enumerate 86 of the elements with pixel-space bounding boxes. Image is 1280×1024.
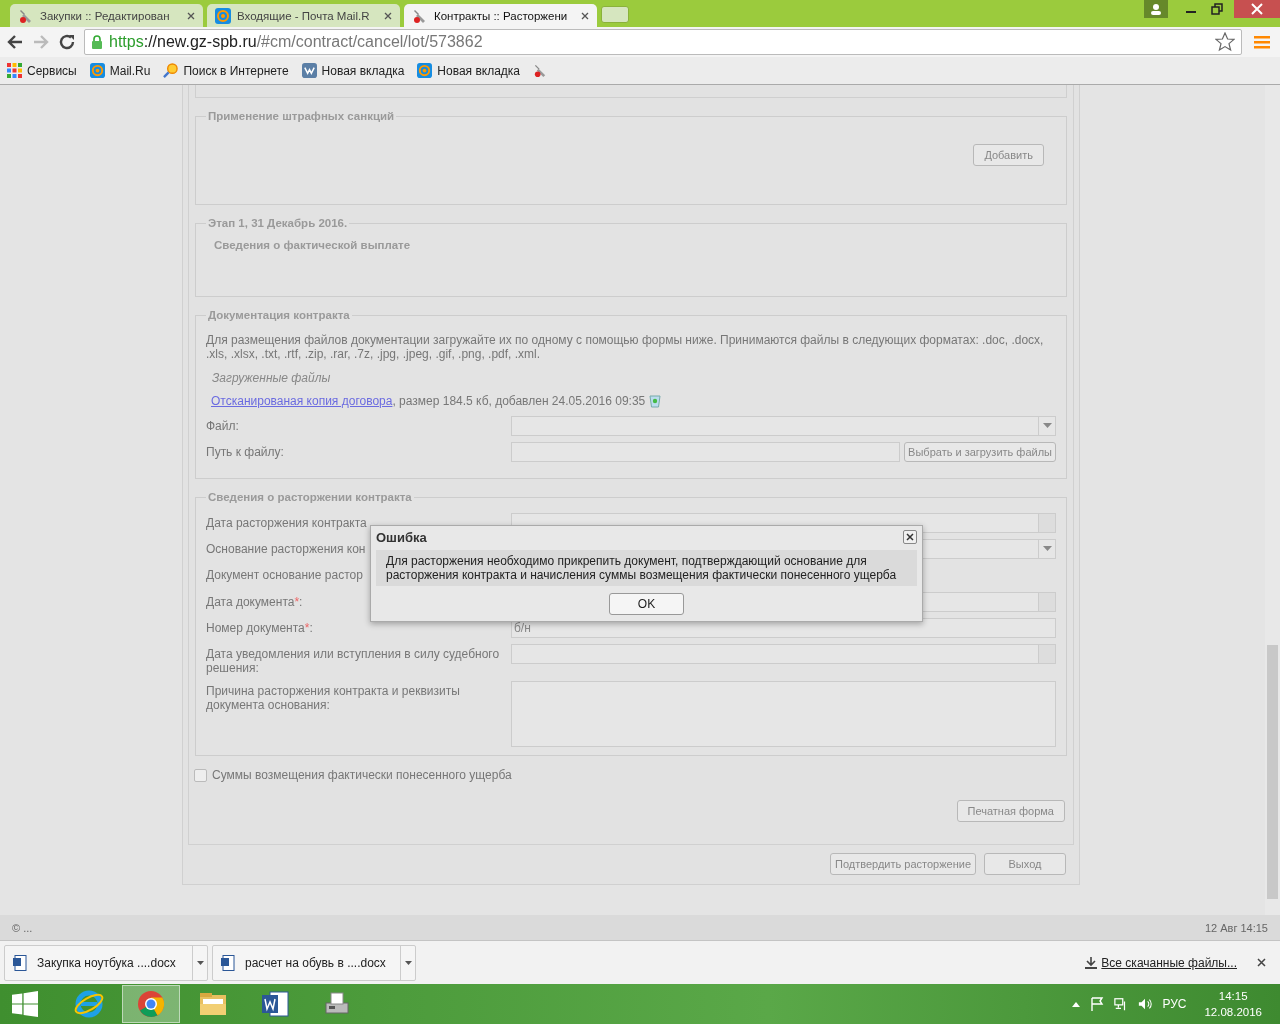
close-icon[interactable] bbox=[187, 11, 195, 20]
file-path-field[interactable] bbox=[511, 442, 901, 462]
bookmark-link[interactable]: Новая вкладка bbox=[437, 63, 521, 78]
chevron-up-icon[interactable] bbox=[1072, 1001, 1081, 1007]
browser-tab[interactable]: Закупки :: Редактирован bbox=[10, 4, 203, 27]
download-item[interactable]: Закупка ноутбука ....docx bbox=[4, 944, 208, 981]
bookmark-link[interactable]: Новая вкладка bbox=[321, 63, 405, 78]
field-label: Дата уведомления или вступления в силу судебного решения: bbox=[206, 647, 500, 675]
flag-icon[interactable] bbox=[1090, 997, 1105, 1011]
field-label: Дата расторжения контракта bbox=[206, 516, 367, 530]
close-icon bbox=[1251, 3, 1263, 15]
profile-button[interactable] bbox=[1144, 0, 1168, 18]
minimize-icon bbox=[1186, 11, 1196, 13]
scroll-thumb[interactable] bbox=[1267, 645, 1278, 899]
date-field[interactable] bbox=[511, 644, 1056, 664]
caret-icon[interactable] bbox=[404, 960, 412, 965]
reload-icon[interactable] bbox=[58, 33, 76, 51]
field-label: Дата документа bbox=[206, 595, 295, 609]
section-title: Сведения о расторжении контракта bbox=[207, 491, 413, 503]
speaker-icon[interactable] bbox=[1138, 997, 1153, 1011]
lock-icon bbox=[91, 35, 103, 49]
windows-logo-icon[interactable] bbox=[12, 991, 38, 1017]
field-label: Файл: bbox=[206, 419, 239, 433]
download-icon bbox=[1085, 956, 1098, 969]
at-sign-icon bbox=[215, 7, 231, 24]
label-colon: : bbox=[309, 621, 313, 635]
new-tab-button[interactable] bbox=[601, 6, 629, 23]
upload-instructions: Для размещения файлов документации загружайте их по одному с помощью формы ниже. Принимаются файлы в следующих форматах: .doc, .docx, .xls, .xlsx, .txt, .rtf, .zip, .rar, .7z, .jpg, .jpeg, .gif, .png, .pdf, .xml. bbox=[206, 333, 1045, 361]
close-icon[interactable] bbox=[581, 11, 589, 20]
at-sign-icon[interactable] bbox=[89, 63, 105, 78]
field-label: Основание расторжения кон bbox=[206, 542, 366, 556]
close-button[interactable] bbox=[903, 530, 917, 544]
clock-date[interactable]: 12.08.2016 bbox=[1204, 1004, 1262, 1020]
back-icon[interactable] bbox=[6, 33, 24, 51]
caret-icon bbox=[1042, 423, 1052, 429]
checkbox-label: Суммы возмещения фактически понесенного ущерба bbox=[212, 768, 512, 782]
tab-title: Закупки :: Редактирован bbox=[40, 9, 171, 22]
close-icon[interactable] bbox=[384, 11, 392, 20]
section-title: Документация контракта bbox=[207, 309, 351, 321]
error-message: Для расторжения необходимо прикрепить документ, подтверждающий основание для расторжения контракта и начисления суммы возмещения фактически понесенного ущерба bbox=[376, 550, 917, 586]
search-icon[interactable] bbox=[163, 63, 179, 78]
scrollbar[interactable] bbox=[1265, 85, 1280, 915]
status-text: © ... bbox=[12, 921, 33, 934]
checkbox[interactable] bbox=[194, 768, 207, 782]
address-bar[interactable]: https://new.gz-spb.ru/#cm/contract/cancel/lot/573862 bbox=[84, 29, 1242, 55]
ok-button[interactable]: OK bbox=[609, 593, 684, 615]
dialog-title: Ошибка bbox=[376, 529, 427, 545]
hammer-icon bbox=[412, 7, 428, 24]
at-sign-icon[interactable] bbox=[417, 63, 433, 78]
download-item[interactable]: расчет на обувь в ....docx bbox=[212, 944, 416, 981]
field-label: Причина расторжения контракта и реквизиты документа основания: bbox=[206, 684, 460, 712]
language-indicator[interactable]: РУС bbox=[1162, 997, 1187, 1011]
section-title: Этап 1, 31 Декабрь 2016. bbox=[207, 217, 349, 229]
section-title: Применение штрафных санкций bbox=[207, 110, 396, 122]
uploaded-files-label: Загруженные файлы bbox=[212, 371, 332, 385]
tab-title: Контракты :: Расторжени bbox=[434, 9, 569, 22]
hammer-icon bbox=[18, 7, 34, 24]
trash-icon[interactable] bbox=[649, 394, 662, 408]
subsection-title: Сведения о фактической выплате bbox=[213, 238, 412, 253]
browser-tab[interactable]: Контракты :: Расторжени bbox=[404, 4, 597, 27]
document-icon bbox=[13, 954, 27, 971]
bookmark-link[interactable]: Сервисы bbox=[27, 63, 77, 78]
file-info: Отсканированая копия договора, размер 184.5 кб, добавлен 24.05.2016 09:35 bbox=[211, 394, 646, 408]
browser-circle-icon bbox=[136, 989, 166, 1019]
vk-icon[interactable] bbox=[301, 63, 317, 78]
status-date: 12 Авг 14:15 bbox=[1204, 921, 1268, 934]
field-label: Документ основание растор bbox=[206, 568, 363, 582]
user-icon bbox=[1150, 3, 1162, 15]
browser-tab[interactable]: Входящие - Почта Mail.R bbox=[207, 4, 400, 27]
caret-icon bbox=[1042, 546, 1052, 552]
bookmark-link[interactable]: Поиск в Интернете bbox=[183, 63, 289, 78]
field-label: Номер документа bbox=[206, 621, 305, 635]
menu-icon[interactable] bbox=[1254, 35, 1270, 49]
tab-title: Входящие - Почта Mail.R bbox=[237, 9, 371, 22]
caret-icon[interactable] bbox=[196, 960, 204, 965]
label-colon: : bbox=[299, 595, 303, 609]
clock-time[interactable]: 14:15 bbox=[1218, 988, 1248, 1004]
show-all-downloads-link[interactable]: Все скачанные файлы... bbox=[1101, 955, 1237, 970]
restore-icon bbox=[1211, 3, 1223, 15]
star-icon[interactable] bbox=[1215, 32, 1235, 52]
field-label: Путь к файлу: bbox=[206, 445, 284, 459]
apps-grid-icon[interactable] bbox=[7, 63, 22, 78]
browser-e-icon bbox=[74, 989, 104, 1019]
document-icon bbox=[221, 954, 235, 971]
bookmark-link[interactable]: Mail.Ru bbox=[109, 63, 151, 78]
document-icon bbox=[260, 989, 290, 1019]
